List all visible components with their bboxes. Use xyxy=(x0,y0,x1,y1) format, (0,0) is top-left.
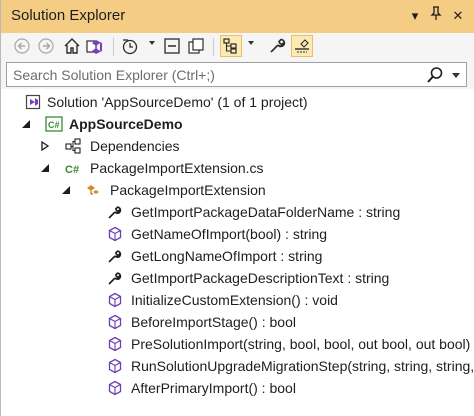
tree-item-member[interactable]: GetImportPackageDataFolderName : string xyxy=(1,201,474,223)
expanded-arrow-icon[interactable] xyxy=(40,163,50,173)
solution-explorer-window: Solution Explorer ▾ ✕ Search Solution Ex… xyxy=(0,0,474,416)
tree-item-member[interactable]: BeforeImportStage() : bool xyxy=(1,311,474,333)
forward-arrow-icon xyxy=(38,38,54,54)
title-bar: Solution Explorer ▾ ✕ xyxy=(1,0,474,33)
preview-selected-items-button[interactable] xyxy=(291,35,313,57)
csharp-project-icon: C# xyxy=(45,116,63,132)
expanded-arrow-icon[interactable] xyxy=(21,119,31,129)
toolbar xyxy=(1,33,474,61)
wrench-property-icon xyxy=(108,250,122,263)
switch-views-icon xyxy=(86,40,102,54)
home-button[interactable] xyxy=(61,35,83,57)
solution-label: Solution 'AppSourceDemo' (1 of 1 project… xyxy=(47,94,308,110)
member-label: GetImportPackageDataFolderName : string xyxy=(131,204,401,220)
preview-icon xyxy=(295,39,309,53)
member-label: RunSolutionUpgradeMigrationStep(string, … xyxy=(131,358,474,374)
method-cube-icon xyxy=(108,314,122,330)
member-label: GetLongNameOfImport : string xyxy=(131,248,323,264)
member-label: BeforeImportStage() : bool xyxy=(131,314,296,330)
tree-item-member[interactable]: AfterPrimaryImport() : bool xyxy=(1,377,474,399)
solution-tree: Solution 'AppSourceDemo' (1 of 1 project… xyxy=(1,89,474,416)
wrench-property-icon xyxy=(108,206,122,219)
search-input[interactable] xyxy=(7,63,433,86)
show-all-files-button[interactable] xyxy=(185,35,207,57)
filter-dropdown-icon[interactable] xyxy=(149,41,155,45)
class-icon xyxy=(87,185,99,195)
member-label: InitializeCustomExtension() : void xyxy=(131,292,338,308)
back-button[interactable] xyxy=(11,35,33,57)
search-options-dropdown-icon[interactable] xyxy=(452,73,460,78)
collapse-all-button[interactable] xyxy=(161,35,183,57)
wrench-icon xyxy=(270,38,286,53)
tree-sync-icon xyxy=(223,38,237,54)
svg-text:C#: C# xyxy=(48,120,60,130)
member-label: PreSolutionImport(string, bool, bool, ou… xyxy=(131,336,471,352)
window-title: Solution Explorer xyxy=(11,7,126,24)
home-icon xyxy=(64,38,80,54)
expanded-arrow-icon[interactable] xyxy=(61,185,71,195)
pending-changes-filter-button[interactable] xyxy=(119,35,141,57)
properties-button[interactable] xyxy=(266,35,288,57)
svg-text:C#: C# xyxy=(65,164,79,176)
method-cube-icon xyxy=(108,336,122,352)
dependencies-icon xyxy=(65,138,81,154)
tree-item-file[interactable]: C# PackageImportExtension.cs xyxy=(1,157,474,179)
tree-item-class[interactable]: PackageImportExtension xyxy=(1,179,474,201)
close-button[interactable]: ✕ xyxy=(448,6,468,26)
tree-item-member[interactable]: GetImportPackageDescriptionText : string xyxy=(1,267,474,289)
forward-button[interactable] xyxy=(35,35,57,57)
solution-icon xyxy=(25,94,41,110)
tree-item-member[interactable]: RunSolutionUpgradeMigrationStep(string, … xyxy=(1,355,474,377)
back-arrow-icon xyxy=(14,38,30,54)
search-box[interactable] xyxy=(6,62,467,87)
pin-icon[interactable] xyxy=(426,6,446,26)
sync-dropdown-icon[interactable] xyxy=(248,41,254,45)
member-label: AfterPrimaryImport() : bool xyxy=(131,380,296,396)
member-label: GetNameOfImport(bool) : string xyxy=(131,226,328,242)
collapsed-arrow-icon[interactable] xyxy=(40,141,50,151)
wrench-property-icon xyxy=(108,272,122,285)
tree-item-member[interactable]: GetNameOfImport(bool) : string xyxy=(1,223,474,245)
search-icon[interactable] xyxy=(426,66,444,84)
file-label: PackageImportExtension.cs xyxy=(90,160,264,176)
toolbar-separator xyxy=(213,38,214,56)
class-label: PackageImportExtension xyxy=(110,182,266,198)
method-cube-icon xyxy=(108,292,122,308)
method-cube-icon xyxy=(108,226,122,242)
switch-views-button[interactable] xyxy=(85,35,107,57)
csharp-file-icon: C# xyxy=(65,164,79,176)
collapse-all-icon xyxy=(164,38,180,54)
sync-with-active-document-button[interactable] xyxy=(220,35,242,57)
tree-item-member[interactable]: GetLongNameOfImport : string xyxy=(1,245,474,267)
tree-item-project[interactable]: C# AppSourceDemo xyxy=(1,113,474,135)
member-label: GetImportPackageDescriptionText : string xyxy=(131,270,390,286)
tree-item-member[interactable]: InitializeCustomExtension() : void xyxy=(1,289,474,311)
show-all-files-icon xyxy=(188,38,204,54)
clock-filter-icon xyxy=(122,39,138,55)
toolbar-separator xyxy=(113,38,114,56)
tree-item-solution[interactable]: Solution 'AppSourceDemo' (1 of 1 project… xyxy=(1,91,474,113)
method-cube-icon xyxy=(108,358,122,374)
tree-item-dependencies[interactable]: Dependencies xyxy=(1,135,474,157)
project-label: AppSourceDemo xyxy=(69,116,183,132)
window-options-dropdown[interactable]: ▾ xyxy=(405,6,425,26)
method-cube-icon xyxy=(108,380,122,396)
dependencies-label: Dependencies xyxy=(90,138,180,154)
tree-item-member[interactable]: PreSolutionImport(string, bool, bool, ou… xyxy=(1,333,474,355)
